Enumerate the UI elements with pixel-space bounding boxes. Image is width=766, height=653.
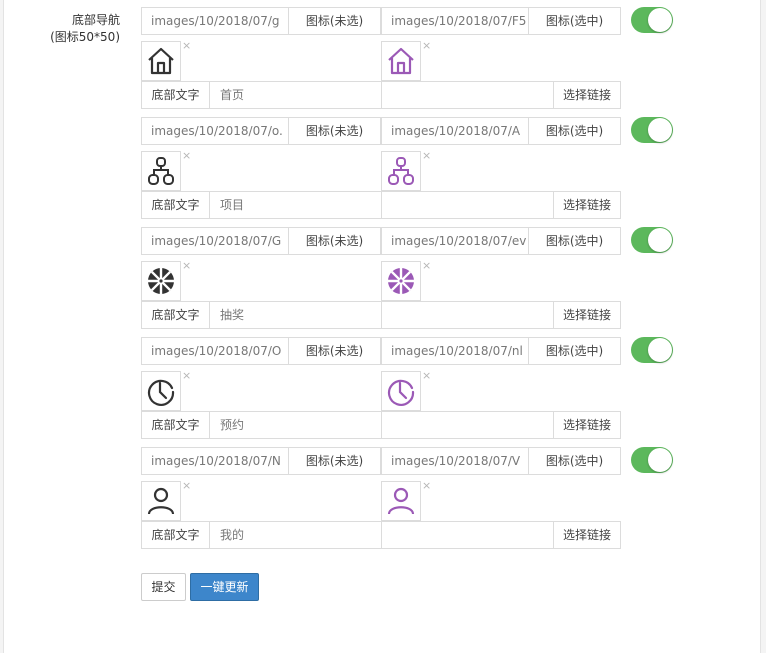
wheel-icon bbox=[385, 265, 417, 297]
link-input[interactable] bbox=[381, 301, 554, 329]
icon-unselected-addon[interactable]: 图标(未选) bbox=[288, 117, 381, 145]
home-icon bbox=[145, 45, 177, 77]
icon-selected-path-input[interactable]: images/10/2018/07/F5 bbox=[381, 7, 529, 35]
icon-selected-addon[interactable]: 图标(选中) bbox=[528, 7, 621, 35]
link-input[interactable] bbox=[381, 411, 554, 439]
remove-icon[interactable]: × bbox=[422, 150, 431, 162]
icon-unselected-path-input[interactable]: images/10/2018/07/o. bbox=[141, 117, 289, 145]
nodes-icon bbox=[145, 155, 177, 187]
bottom-text-input[interactable]: 抽奖 bbox=[209, 301, 382, 329]
bottom-text-addon: 底部文字 bbox=[141, 81, 210, 109]
toggle-knob bbox=[648, 228, 672, 252]
icon-selected-addon[interactable]: 图标(选中) bbox=[528, 337, 621, 365]
bottom-text-addon: 底部文字 bbox=[141, 301, 210, 329]
icon-preview-unselected bbox=[141, 151, 181, 191]
nav-item-row: images/10/2018/07/G 图标(未选) images/10/2018/… bbox=[141, 227, 681, 337]
bottom-text-addon: 底部文字 bbox=[141, 191, 210, 219]
icon-preview-unselected bbox=[141, 371, 181, 411]
enable-toggle[interactable] bbox=[631, 117, 673, 143]
enable-toggle[interactable] bbox=[631, 337, 673, 363]
icon-selected-addon[interactable]: 图标(选中) bbox=[528, 447, 621, 475]
icon-unselected-path-input[interactable]: images/10/2018/07/g bbox=[141, 7, 289, 35]
select-link-button[interactable]: 选择链接 bbox=[553, 411, 621, 439]
bottom-nav-label: 底部导航 (图标50*50) bbox=[50, 12, 120, 46]
icon-selected-addon[interactable]: 图标(选中) bbox=[528, 117, 621, 145]
toggle-knob bbox=[648, 118, 672, 142]
select-link-button[interactable]: 选择链接 bbox=[553, 521, 621, 549]
icon-selected-path-input[interactable]: images/10/2018/07/V bbox=[381, 447, 529, 475]
enable-toggle[interactable] bbox=[631, 447, 673, 473]
select-link-button[interactable]: 选择链接 bbox=[553, 191, 621, 219]
home-icon bbox=[385, 45, 417, 77]
bottom-text-addon: 底部文字 bbox=[141, 411, 210, 439]
clock-icon bbox=[385, 375, 417, 407]
nav-item-row: images/10/2018/07/O 图标(未选) images/10/2018/… bbox=[141, 337, 681, 447]
clock-icon bbox=[145, 375, 177, 407]
icon-preview-unselected bbox=[141, 41, 181, 81]
remove-icon[interactable]: × bbox=[182, 480, 191, 492]
icon-preview-selected bbox=[381, 261, 421, 301]
remove-icon[interactable]: × bbox=[182, 370, 191, 382]
select-link-button[interactable]: 选择链接 bbox=[553, 81, 621, 109]
remove-icon[interactable]: × bbox=[422, 370, 431, 382]
user-icon bbox=[145, 485, 177, 517]
link-input[interactable] bbox=[381, 191, 554, 219]
select-link-button[interactable]: 选择链接 bbox=[553, 301, 621, 329]
label-hint: (图标50*50) bbox=[50, 30, 120, 44]
bottom-text-addon: 底部文字 bbox=[141, 521, 210, 549]
wheel-icon bbox=[145, 265, 177, 297]
bottom-text-input[interactable]: 项目 bbox=[209, 191, 382, 219]
toggle-knob bbox=[648, 8, 672, 32]
icon-unselected-path-input[interactable]: images/10/2018/07/N bbox=[141, 447, 289, 475]
nav-item-row: images/10/2018/07/N 图标(未选) images/10/2018/… bbox=[141, 447, 681, 557]
icon-selected-addon[interactable]: 图标(选中) bbox=[528, 227, 621, 255]
icon-preview-selected bbox=[381, 151, 421, 191]
label-title: 底部导航 bbox=[71, 13, 120, 27]
submit-button[interactable]: 提交 bbox=[141, 573, 186, 601]
bottom-text-input[interactable]: 我的 bbox=[209, 521, 382, 549]
icon-unselected-addon[interactable]: 图标(未选) bbox=[288, 7, 381, 35]
toggle-knob bbox=[648, 448, 672, 472]
icon-preview-selected bbox=[381, 481, 421, 521]
icon-unselected-addon[interactable]: 图标(未选) bbox=[288, 337, 381, 365]
icon-selected-path-input[interactable]: images/10/2018/07/nl bbox=[381, 337, 529, 365]
icon-unselected-addon[interactable]: 图标(未选) bbox=[288, 447, 381, 475]
icon-selected-path-input[interactable]: images/10/2018/07/ev bbox=[381, 227, 529, 255]
remove-icon[interactable]: × bbox=[182, 260, 191, 272]
icon-preview-selected bbox=[381, 41, 421, 81]
remove-icon[interactable]: × bbox=[182, 40, 191, 52]
nodes-icon bbox=[385, 155, 417, 187]
bottom-text-input[interactable]: 预约 bbox=[209, 411, 382, 439]
enable-toggle[interactable] bbox=[631, 227, 673, 253]
icon-preview-selected bbox=[381, 371, 421, 411]
icon-unselected-path-input[interactable]: images/10/2018/07/G bbox=[141, 227, 289, 255]
link-input[interactable] bbox=[381, 521, 554, 549]
nav-item-row: images/10/2018/07/o. 图标(未选) images/10/2018… bbox=[141, 117, 681, 227]
icon-unselected-addon[interactable]: 图标(未选) bbox=[288, 227, 381, 255]
icon-preview-unselected bbox=[141, 481, 181, 521]
nav-item-row: images/10/2018/07/g 图标(未选) images/10/2018/… bbox=[141, 7, 681, 117]
icon-selected-path-input[interactable]: images/10/2018/07/A bbox=[381, 117, 529, 145]
one-click-update-button[interactable]: 一键更新 bbox=[190, 573, 259, 601]
user-icon bbox=[385, 485, 417, 517]
link-input[interactable] bbox=[381, 81, 554, 109]
toggle-knob bbox=[648, 338, 672, 362]
enable-toggle[interactable] bbox=[631, 7, 673, 33]
icon-preview-unselected bbox=[141, 261, 181, 301]
remove-icon[interactable]: × bbox=[182, 150, 191, 162]
remove-icon[interactable]: × bbox=[422, 260, 431, 272]
bottom-text-input[interactable]: 首页 bbox=[209, 81, 382, 109]
icon-unselected-path-input[interactable]: images/10/2018/07/O bbox=[141, 337, 289, 365]
remove-icon[interactable]: × bbox=[422, 40, 431, 52]
remove-icon[interactable]: × bbox=[422, 480, 431, 492]
